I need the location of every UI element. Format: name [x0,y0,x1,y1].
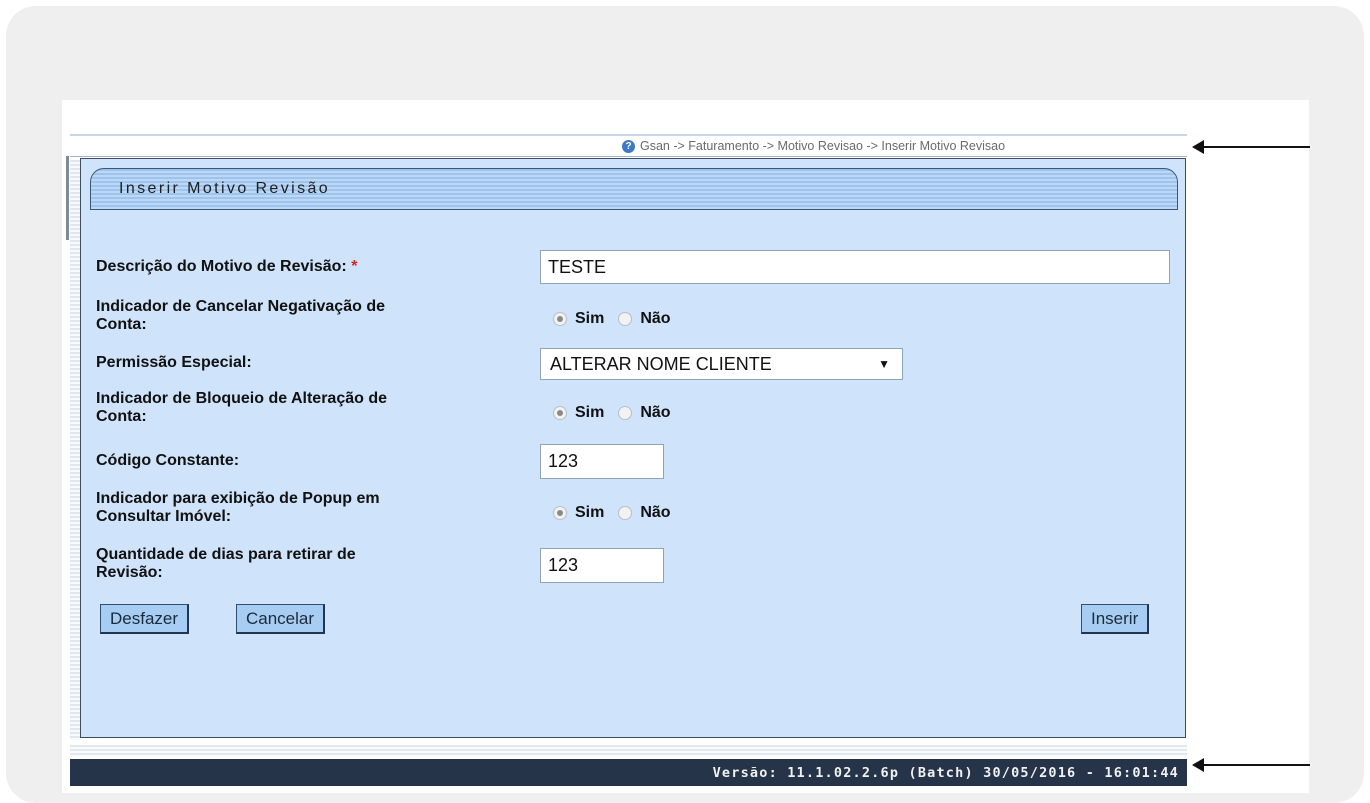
scroll-handle[interactable] [66,156,69,240]
cancelar-negativacao-nao-radio[interactable] [618,312,633,326]
codigo-input[interactable] [540,444,664,479]
permissao-selected-value: ALTERAR NOME CLIENTE [550,354,772,374]
popup-nao-radio[interactable] [618,506,633,520]
footer-divider [70,745,1187,757]
inserir-button[interactable]: Inserir [1081,604,1150,634]
permissao-select[interactable]: ALTERAR NOME CLIENTE ▼ [540,348,903,380]
bloqueio-sim-radio[interactable] [553,406,567,420]
left-stripe [70,160,80,740]
popup-radio-group: Sim Não [553,504,671,522]
bloqueio-nao-radio[interactable] [618,406,633,420]
sim-label: Sim [575,504,605,521]
form-title: Inserir Motivo Revisão [119,180,331,197]
bloqueio-radio-group: Sim Não [553,404,671,422]
dropdown-caret-icon: ▼ [878,357,890,371]
desfazer-button[interactable]: Desfazer [100,604,190,634]
dias-input[interactable] [540,548,664,583]
cancelar-button[interactable]: Cancelar [236,604,326,634]
descricao-input[interactable] [540,250,1170,284]
sim-label: Sim [575,404,605,421]
nao-label: Não [640,404,671,421]
help-icon[interactable]: ? [622,139,635,153]
breadcrumb: ? Gsan -> Faturamento -> Motivo Revisao … [622,137,1005,155]
dias-label: Quantidade de dias para retirar de Revisã… [96,546,356,581]
popup-sim-radio[interactable] [553,506,567,520]
bloqueio-label: Indicador de Bloqueio de Alteração de Con… [96,390,388,425]
sim-label: Sim [575,310,605,327]
annotation-arrow-bottom [1192,758,1310,772]
top-divider [70,134,1187,136]
popup-label: Indicador para exibição de Popup em Consu… [96,490,380,525]
nao-label: Não [640,310,671,327]
cancelar-negativacao-label: Indicador de Cancelar Negativação de Cont… [96,298,385,333]
top-divider-2 [70,156,1187,157]
descricao-label: Descrição do Motivo de Revisão: * [96,258,358,275]
form-title-tab: Inserir Motivo Revisão [90,168,1178,210]
cancelar-negativacao-radio-group: Sim Não [553,310,671,328]
breadcrumb-text: Gsan -> Faturamento -> Motivo Revisao ->… [640,139,1006,153]
version-text: Versão: 11.1.02.2.6p (Batch) 30/05/2016 … [712,764,1179,781]
cancelar-negativacao-sim-radio[interactable] [553,312,567,326]
permissao-label: Permissão Especial: [96,354,252,371]
codigo-label: Código Constante: [96,452,240,469]
nao-label: Não [640,504,671,521]
version-footer: Versão: 11.1.02.2.6p (Batch) 30/05/2016 … [70,759,1187,786]
annotation-arrow-top [1192,140,1310,154]
required-mark: * [351,258,358,275]
